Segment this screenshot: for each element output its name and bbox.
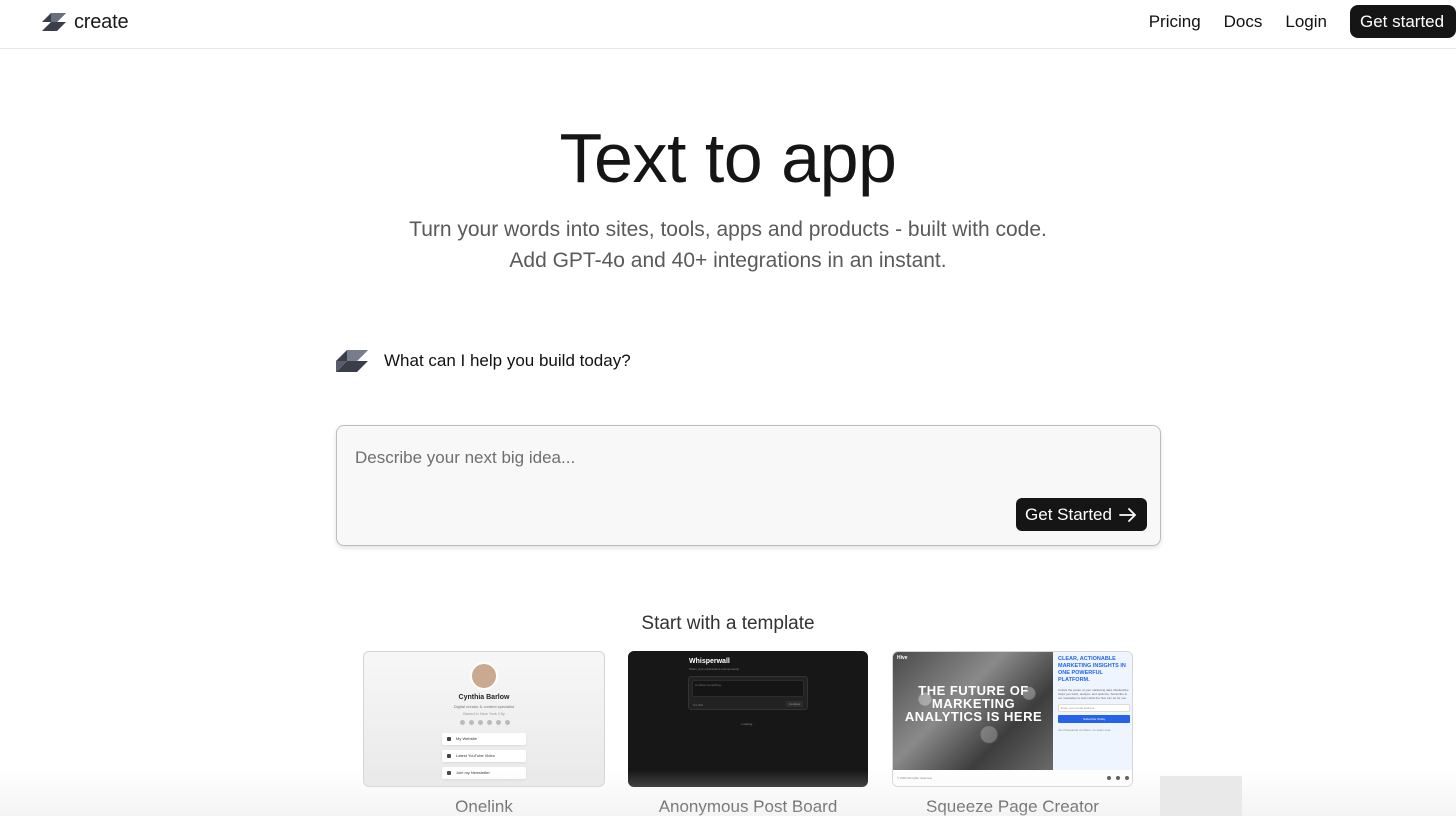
preview-textarea: Confess something...	[692, 680, 804, 697]
preview-confess-button: Confess	[785, 701, 803, 707]
preview-signup-panel: CLEAR, ACTIONABLE MARKETING INSIGHTS IN …	[1053, 652, 1132, 770]
hero-subtitle: Turn your words into sites, tools, apps …	[0, 214, 1456, 276]
preview-side-heading: CLEAR, ACTIONABLE MARKETING INSIGHTS IN …	[1058, 656, 1126, 683]
assistant-greeting: What can I help you build today?	[334, 345, 631, 377]
preview-link: Join my Newsletter	[442, 767, 526, 779]
templates-heading: Start with a template	[641, 613, 815, 634]
nav-link-login[interactable]: Login	[1285, 12, 1327, 32]
get-started-nav-button[interactable]: Get started	[1350, 5, 1456, 38]
arrow-right-icon	[1119, 507, 1136, 522]
template-thumbnail-onelink: Cynthia Barlow Digital creator & content…	[363, 651, 605, 787]
preview-post-box: Confess something... 0/1,000 Confess	[688, 676, 808, 710]
preview-char-count: 0/1,000	[693, 703, 704, 707]
template-label: Anonymous Post Board	[658, 797, 838, 816]
template-card-anonymous-post-board[interactable]: Whisperwall Share your confessions anony…	[628, 651, 868, 817]
avatar	[470, 662, 498, 690]
template-label: Onelink	[455, 797, 513, 816]
nav-link-pricing[interactable]: Pricing	[1149, 12, 1201, 32]
hero-title: Text to app	[559, 119, 897, 197]
social-icons	[460, 720, 510, 725]
preview-headline: THE FUTURE OF MARKETING ANALYTICS IS HER…	[904, 683, 1043, 724]
brand-name: create	[74, 10, 129, 33]
preview-loading: Loading...	[741, 722, 755, 726]
preview-link: Latest YouTube Video	[442, 750, 526, 762]
preview-subscribe-button: Subscribe Today	[1058, 715, 1130, 723]
template-thumbnail-squeeze-page: Hive THE FUTURE OF MARKETING ANALYTICS I…	[892, 651, 1133, 787]
nav-link-docs[interactable]: Docs	[1224, 12, 1263, 32]
hero-subtitle-line-2: Add GPT-4o and 40+ integrations in an in…	[509, 249, 947, 272]
template-thumbnail-anonymous-post-board: Whisperwall Share your confessions anony…	[628, 651, 868, 787]
preview-link: My Website	[442, 733, 526, 745]
preview-name: Cynthia Barlow	[458, 694, 510, 701]
idea-input[interactable]	[355, 444, 955, 472]
create-logo-icon	[42, 13, 66, 31]
get-started-submit-label: Get Started	[1025, 504, 1112, 524]
template-card-squeeze-page-creator[interactable]: Hive THE FUTURE OF MARKETING ANALYTICS I…	[892, 651, 1133, 817]
preview-footer-text: © 2024 All rights reserved.	[897, 776, 933, 780]
hero-subtitle-line-1: Turn your words into sites, tools, apps …	[409, 218, 1047, 241]
assistant-avatar-icon	[336, 350, 368, 372]
assistant-prompt-text: What can I help you build today?	[384, 351, 631, 370]
preview-description: Digital creator & content specialist	[453, 704, 515, 709]
preview-footer: © 2024 All rights reserved.	[893, 770, 1132, 786]
idea-input-card: Get Started	[336, 425, 1161, 546]
preview-note: Join thousands of others, no spam ever.	[1058, 728, 1112, 732]
get-started-submit-button[interactable]: Get Started	[1016, 498, 1147, 531]
preview-tagline: Share your confessions anonymously	[689, 667, 739, 671]
main-nav: Pricing Docs Login Get started	[1149, 5, 1456, 38]
template-label: Squeeze Page Creator	[926, 797, 1099, 816]
template-card-onelink[interactable]: Cynthia Barlow Digital creator & content…	[363, 651, 605, 817]
brand-link[interactable]: create	[40, 9, 129, 35]
preview-email-field: Enter your email address	[1058, 704, 1130, 712]
scroll-overlay-block	[1160, 776, 1242, 816]
preview-side-text: Unlock the power of your marketing data.…	[1058, 688, 1129, 700]
preview-footer-icons	[1107, 776, 1129, 780]
preview-app-name: Whisperwall	[689, 658, 730, 665]
top-navigation-bar: create Pricing Docs Login Get started	[0, 0, 1456, 49]
preview-brand: Hive	[897, 655, 908, 661]
preview-location: Based in New York City	[463, 711, 505, 716]
